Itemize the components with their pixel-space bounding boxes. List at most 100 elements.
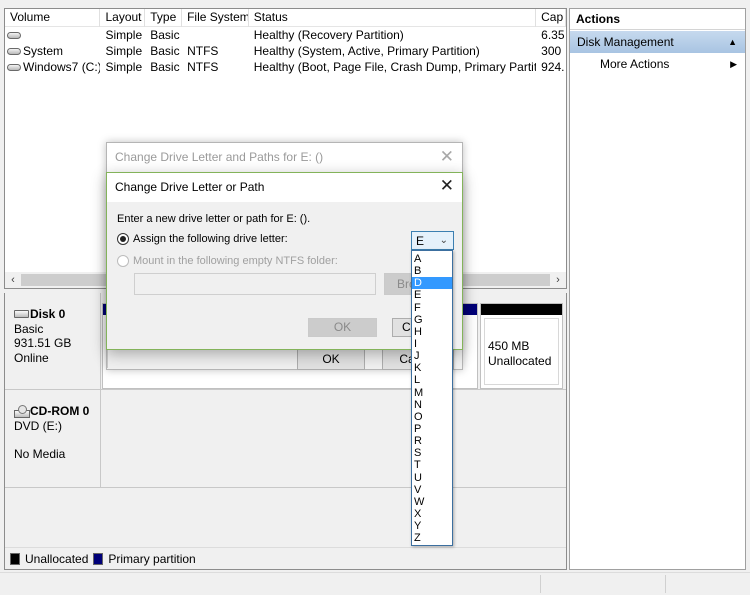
item-label: More Actions [600,57,670,71]
group-label: Disk Management [577,35,674,49]
dropdown-option-b[interactable]: B [412,265,452,277]
column-header-file-system[interactable]: File System [182,9,249,27]
dropdown-option-p[interactable]: P [412,423,452,435]
drive-icon [7,31,21,39]
disk-row: CD-ROM 0 DVD (E:) No Media [5,390,566,488]
legend-swatch-primary [93,552,104,565]
dropdown-option-t[interactable]: T [412,459,452,471]
status-cell: Healthy (Recovery Partition) [253,28,404,42]
disk-state: Online [14,350,49,365]
dropdown-option-l[interactable]: L [412,374,452,386]
status-divider [665,575,666,593]
unallocated-partition[interactable]: 450 MB Unallocated [480,303,563,389]
dropdown-option-k[interactable]: K [412,362,452,374]
table-row[interactable]: Simple Basic Healthy (Recovery Partition… [5,27,566,43]
table-row[interactable]: System Simple Basic NTFS Healthy (System… [5,43,566,59]
assign-letter-option[interactable]: Assign the following drive letter: [117,233,288,245]
disk-name: Disk 0 [30,307,66,321]
status-bar [0,572,750,595]
dropdown-option-r[interactable]: R [412,435,452,447]
dropdown-option-a[interactable]: A [412,253,452,265]
column-header-volume[interactable]: Volume [5,9,101,27]
legend-swatch-unallocated [10,552,20,565]
scroll-right-icon[interactable]: › [550,272,566,288]
type-cell: Basic [150,60,180,74]
volume-name: Windows7 (C:) [23,60,101,74]
dropdown-option-z[interactable]: Z [412,532,452,544]
submenu-arrow-icon: ▶ [730,59,737,69]
folder-path-input[interactable] [134,273,376,295]
type-cell: Basic [150,28,180,42]
dropdown-option-m[interactable]: M [412,387,452,399]
column-header-layout[interactable]: Layout [100,9,146,27]
table-row[interactable]: Windows7 (C:) Simple Basic NTFS Healthy … [5,59,566,75]
dialog-title: Change Drive Letter and Paths for E: () [107,143,462,173]
disk-state: No Media [14,447,66,461]
layout-cell: Simple [105,28,143,42]
dropdown-option-e[interactable]: E [412,289,452,301]
drive-letter-select[interactable]: E ⌄ [411,231,454,250]
dropdown-option-d[interactable]: D [412,277,452,290]
option-label: Assign the following drive letter: [133,233,288,245]
collapse-icon[interactable]: ▲ [728,31,737,53]
more-actions-item[interactable]: More Actions ▶ [570,53,745,75]
partition-size: 450 MB [488,339,530,353]
dropdown-option-i[interactable]: I [412,338,452,350]
option-label: Mount in the following empty NTFS folder… [133,255,338,267]
dropdown-option-y[interactable]: Y [412,520,452,532]
legend: Unallocated Primary partition [5,547,566,569]
type-cell: Basic [150,44,180,58]
scroll-left-icon[interactable]: ‹ [5,272,21,288]
actions-group-disk-management[interactable]: Disk Management ▲ [570,31,745,53]
fs-cell [182,27,249,43]
status-cell: Healthy (System, Active, Primary Partiti… [253,44,480,58]
dropdown-option-o[interactable]: O [412,411,452,423]
layout-cell: Simple [105,44,143,58]
selected-letter: E [416,233,425,248]
column-header-status[interactable]: Status [249,9,537,27]
hard-disk-icon [14,310,29,319]
legend-label: Unallocated [25,551,89,566]
close-icon[interactable]: ✕ [440,147,454,167]
radio-button[interactable] [117,255,129,267]
column-header-type[interactable]: Type [145,9,183,27]
dropdown-option-f[interactable]: F [412,302,452,314]
ok-button[interactable]: OK [308,318,377,337]
dropdown-option-v[interactable]: V [412,484,452,496]
status-cell: Healthy (Boot, Page File, Crash Dump, Pr… [253,60,537,74]
cd-drive-icon [14,404,30,418]
dropdown-option-u[interactable]: U [412,472,452,484]
dropdown-option-w[interactable]: W [412,496,452,508]
radio-button-checked[interactable] [117,233,129,245]
disk-0-label[interactable]: Disk 0 Basic 931.51 GB Online [5,293,101,389]
ok-button[interactable]: OK [297,348,365,370]
dropdown-option-n[interactable]: N [412,399,452,411]
fs-cell: NTFS [187,44,219,58]
volume-name: System [23,44,64,58]
drive-icon [7,47,21,55]
dialog-title: Change Drive Letter or Path [107,173,462,202]
dropdown-option-h[interactable]: H [412,326,452,338]
change-drive-letter-or-path-dialog: Change Drive Letter or Path ✕ Enter a ne… [106,172,463,350]
partition-label: Unallocated [488,354,552,368]
layout-cell: Simple [105,60,143,74]
disk-type: DVD (E:) [14,418,62,433]
chevron-down-icon: ⌄ [439,235,448,246]
close-icon[interactable]: ✕ [440,176,454,196]
dropdown-option-s[interactable]: S [412,447,452,459]
column-header-capacity[interactable]: Cap [536,9,566,27]
capacity-cell: 6.35 [541,28,565,42]
capacity-cell: 300 [541,44,562,58]
drive-letter-dropdown[interactable]: ABDEFGHIJKLMNOPRSTUVWXYZ [411,250,453,546]
cdrom-0-label[interactable]: CD-ROM 0 DVD (E:) No Media [5,390,101,487]
fs-cell: NTFS [187,60,219,74]
dropdown-option-g[interactable]: G [412,314,452,326]
disk-name: CD-ROM 0 [30,404,90,418]
disk-size: 931.51 GB [14,336,72,350]
actions-pane: Actions Disk Management ▲ More Actions ▶ [569,8,746,570]
dropdown-option-j[interactable]: J [412,350,452,362]
volume-list-header: Volume Layout Type File System Status Ca… [5,9,566,27]
dropdown-option-x[interactable]: X [412,508,452,520]
mount-folder-option[interactable]: Mount in the following empty NTFS folder… [117,255,338,267]
legend-label: Primary partition [108,551,196,566]
